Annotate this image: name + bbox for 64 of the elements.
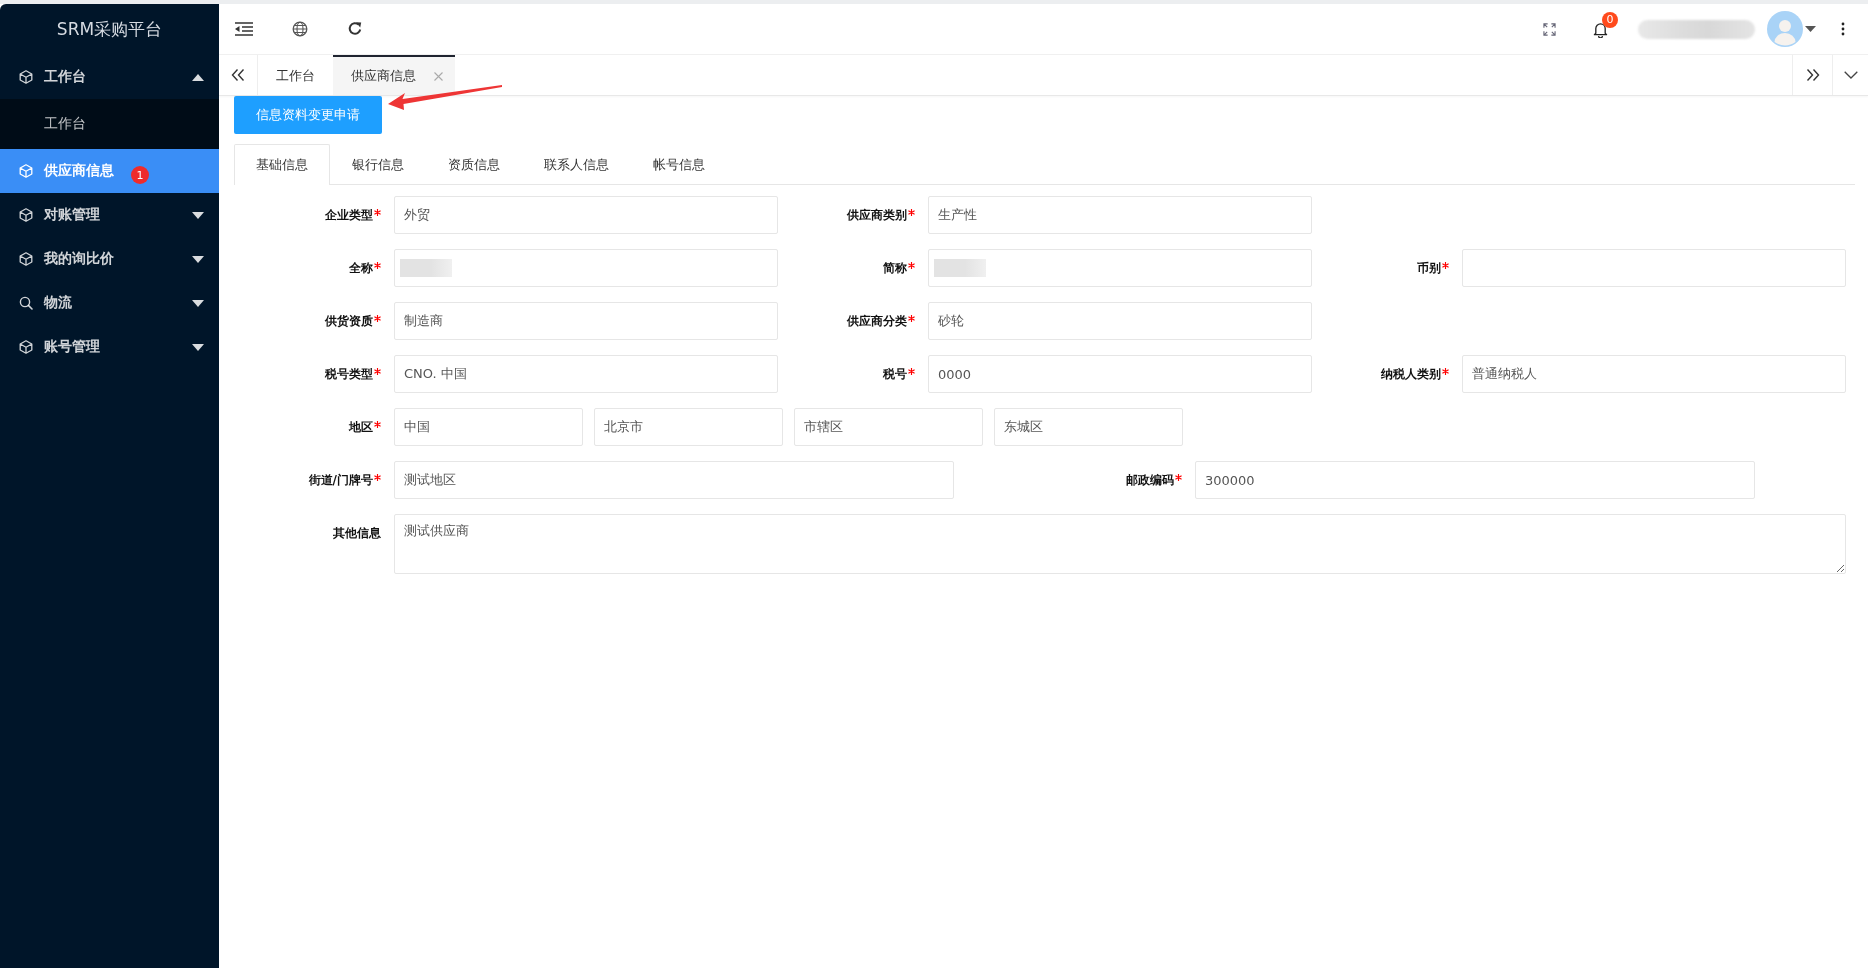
field-label: 企业类型 bbox=[325, 206, 373, 224]
text-field[interactable] bbox=[1462, 249, 1846, 287]
region-field[interactable]: 中国 bbox=[394, 408, 583, 446]
page-tab[interactable]: 供应商信息 bbox=[333, 55, 455, 95]
menu-fold-icon[interactable] bbox=[235, 22, 253, 36]
text-field[interactable]: 300000 bbox=[1195, 461, 1755, 499]
text-field[interactable]: 生产性 bbox=[928, 196, 1312, 234]
cube-icon bbox=[19, 208, 33, 222]
chevron-down-icon bbox=[1843, 71, 1858, 79]
region-field[interactable]: 东城区 bbox=[994, 408, 1183, 446]
text-field[interactable] bbox=[394, 249, 778, 287]
field-label: 供应商分类 bbox=[847, 312, 907, 330]
detail-tab[interactable]: 基础信息 bbox=[234, 144, 330, 185]
text-field[interactable]: 普通纳税人 bbox=[1462, 355, 1846, 393]
textarea-field[interactable]: 测试供应商 bbox=[394, 514, 1846, 574]
detail-tab[interactable]: 帐号信息 bbox=[631, 144, 727, 184]
fullscreen-icon[interactable] bbox=[1543, 22, 1556, 36]
menu-item[interactable]: 对账管理 bbox=[0, 193, 219, 237]
text-field[interactable]: 外贸 bbox=[394, 196, 778, 234]
field-label: 邮政编码 bbox=[1126, 471, 1174, 489]
double-chevron-left-icon bbox=[231, 69, 245, 81]
cube-icon bbox=[19, 340, 33, 354]
text-field[interactable]: 测试地区 bbox=[394, 461, 954, 499]
field-label: 地区 bbox=[349, 418, 373, 436]
cube-icon bbox=[19, 70, 33, 84]
field-label: 供应商类别 bbox=[847, 206, 907, 224]
field-label: 税号 bbox=[883, 365, 907, 383]
submenu-item[interactable]: 工作台 bbox=[0, 99, 219, 149]
menu-item[interactable]: 工作台 bbox=[0, 55, 219, 99]
menu-item[interactable]: 我的询比价 bbox=[0, 237, 219, 281]
field-label: 币别 bbox=[1417, 259, 1441, 277]
menu-item[interactable]: 供应商信息 1 bbox=[0, 149, 219, 193]
field-label: 供货资质 bbox=[325, 312, 373, 330]
detail-tab[interactable]: 银行信息 bbox=[330, 144, 426, 184]
menu-item[interactable]: 账号管理 bbox=[0, 325, 219, 369]
detail-tab[interactable]: 联系人信息 bbox=[522, 144, 631, 184]
double-chevron-right-icon bbox=[1805, 69, 1820, 81]
caret-down-icon[interactable] bbox=[1805, 26, 1816, 32]
field-label: 简称 bbox=[883, 259, 907, 277]
refresh-icon[interactable] bbox=[347, 21, 363, 37]
field-label: 街道/门牌号 bbox=[308, 471, 373, 489]
globe-icon[interactable] bbox=[292, 21, 308, 37]
page-tab[interactable]: 工作台 bbox=[258, 55, 333, 95]
cube-icon bbox=[19, 164, 33, 178]
text-field[interactable]: CNO. 中国 bbox=[394, 355, 778, 393]
more-icon[interactable] bbox=[1841, 22, 1845, 36]
field-label: 全称 bbox=[349, 259, 373, 277]
text-field[interactable]: 砂轮 bbox=[928, 302, 1312, 340]
bell-icon[interactable] bbox=[1593, 20, 1608, 38]
detail-tab[interactable]: 资质信息 bbox=[426, 144, 522, 184]
menu-item[interactable]: 物流 bbox=[0, 281, 219, 325]
field-label: 其他信息 bbox=[333, 524, 381, 542]
region-field[interactable]: 市辖区 bbox=[794, 408, 983, 446]
text-field[interactable]: 0000 bbox=[928, 355, 1312, 393]
app-title: SRM采购平台 bbox=[55, 18, 164, 41]
text-field[interactable]: 制造商 bbox=[394, 302, 778, 340]
field-label: 税号类型 bbox=[325, 365, 373, 383]
search-icon bbox=[19, 296, 33, 310]
text-field[interactable] bbox=[928, 249, 1312, 287]
count-badge: 1 bbox=[131, 166, 149, 184]
field-label: 纳税人类别 bbox=[1381, 365, 1441, 383]
notification-badge: 0 bbox=[1602, 11, 1618, 28]
region-field[interactable]: 北京市 bbox=[594, 408, 783, 446]
cube-icon bbox=[19, 252, 33, 266]
